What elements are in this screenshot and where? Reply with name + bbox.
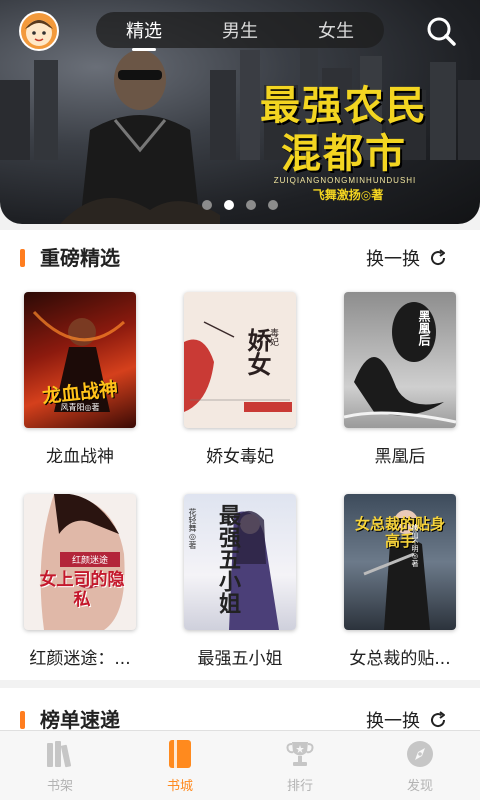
banner-title-line1: 最强农民: [260, 82, 428, 129]
featured-section: 重磅精选 换一换 龙血战神 风青阳◎著 龙血战神 娇女 毒妃 娇女毒妃 黑凰后 …: [0, 230, 480, 680]
tab-male[interactable]: 男生: [192, 17, 288, 43]
cover-subtitle: 毒妃: [268, 328, 278, 346]
book-item[interactable]: 龙血战神 风青阳◎著 龙血战神: [10, 292, 150, 467]
cover-author: 花轻舞◎著: [188, 508, 197, 549]
banner-title-line2: 混都市: [281, 130, 407, 177]
tab-featured[interactable]: 精选: [96, 17, 192, 51]
book-item[interactable]: 女总裁的贴身高手 疯仙不明◎著 女总裁的贴...: [330, 494, 470, 669]
section-accent-bar: [20, 249, 25, 267]
book-cover[interactable]: 龙血战神 风青阳◎著: [24, 292, 136, 428]
book-cover[interactable]: 女总裁的贴身高手 疯仙不明◎著: [344, 494, 456, 630]
book-title: 最强五小姐: [197, 649, 283, 669]
book-title: 红颜迷途：...: [29, 649, 131, 669]
cover-title: 女总裁的贴身高手: [354, 515, 445, 550]
indicator-dot[interactable]: [246, 200, 256, 210]
section-accent-bar: [20, 711, 25, 729]
book-item[interactable]: 娇女 毒妃 娇女毒妃: [170, 292, 310, 467]
cover-author: 风青阳◎著: [60, 403, 100, 412]
cover-art: [344, 302, 456, 424]
book-cover[interactable]: 最强五小姐 花轻舞◎著: [184, 494, 296, 630]
section-title: 重磅精选: [40, 246, 120, 270]
nav-label: 书城: [166, 779, 193, 794]
user-avatar[interactable]: [19, 11, 59, 51]
nav-label: 发现: [406, 779, 433, 794]
refresh-icon: [431, 711, 446, 728]
compass-icon: [407, 741, 433, 767]
nav-label: 书架: [46, 779, 73, 794]
refresh-label: 换一换: [366, 249, 420, 270]
book-item[interactable]: 最强五小姐 花轻舞◎著 最强五小姐: [170, 494, 310, 669]
bookshelf-icon: [47, 741, 72, 768]
indicator-dot[interactable]: [202, 200, 212, 210]
nav-item-ranking[interactable]: 排行: [240, 731, 360, 800]
book-title: 女总裁的贴...: [349, 649, 451, 669]
refresh-button[interactable]: 换一换: [366, 244, 448, 272]
banner-book-title: 最强农民 混都市: [244, 82, 444, 178]
cover-author: 疯仙不明◎著: [411, 524, 419, 567]
book-title: 黑凰后: [374, 447, 426, 467]
indicator-dot[interactable]: [268, 200, 278, 210]
cover-title: 最强五小姐: [215, 504, 241, 614]
nav-item-bookshelf[interactable]: 书架: [0, 731, 120, 800]
nav-item-discover[interactable]: 发现: [360, 731, 480, 800]
refresh-icon: [431, 249, 446, 266]
tab-female[interactable]: 女生: [288, 17, 384, 43]
nav-label: 排行: [286, 779, 313, 794]
banner-page-indicator: [0, 200, 480, 210]
bottom-navigation: 书架 书城 排行 发现: [0, 730, 480, 800]
book-cover[interactable]: 娇女 毒妃: [184, 292, 296, 428]
cover-subtitle: 红颜迷途: [60, 552, 120, 567]
trophy-icon: [286, 742, 314, 766]
avatar-face-icon: [25, 20, 53, 46]
category-tab-bar: 精选 男生 女生: [96, 12, 384, 51]
book-title: 龙血战神: [46, 447, 114, 467]
banner-character-illustration: [60, 50, 220, 224]
nav-item-bookstore[interactable]: 书城: [120, 731, 240, 800]
featured-section-header: 重磅精选 换一换: [0, 244, 480, 272]
cover-title: 女上司的隐私: [39, 570, 125, 610]
book-item[interactable]: 红颜迷途 女上司的隐私 红颜迷途：...: [10, 494, 150, 669]
cover-title: 娇女: [243, 328, 272, 376]
cover-title: 黑凰后: [417, 310, 431, 346]
book-cover[interactable]: 黑凰后: [344, 292, 456, 428]
book-item[interactable]: 黑凰后 黑凰后: [330, 292, 470, 467]
search-icon[interactable]: [424, 14, 458, 48]
banner-pinyin: ZUIQIANGNONGMINHUNDUSHI: [273, 176, 417, 185]
bookstore-icon: [169, 740, 191, 768]
book-cover[interactable]: 红颜迷途 女上司的隐私: [24, 494, 136, 630]
indicator-dot-active[interactable]: [224, 200, 234, 210]
bookstore-page: 最强农民 混都市 ZUIQIANGNONGMINHUNDUSHI 飞舞激扬◎著 …: [0, 0, 480, 800]
book-title: 娇女毒妃: [206, 447, 274, 467]
